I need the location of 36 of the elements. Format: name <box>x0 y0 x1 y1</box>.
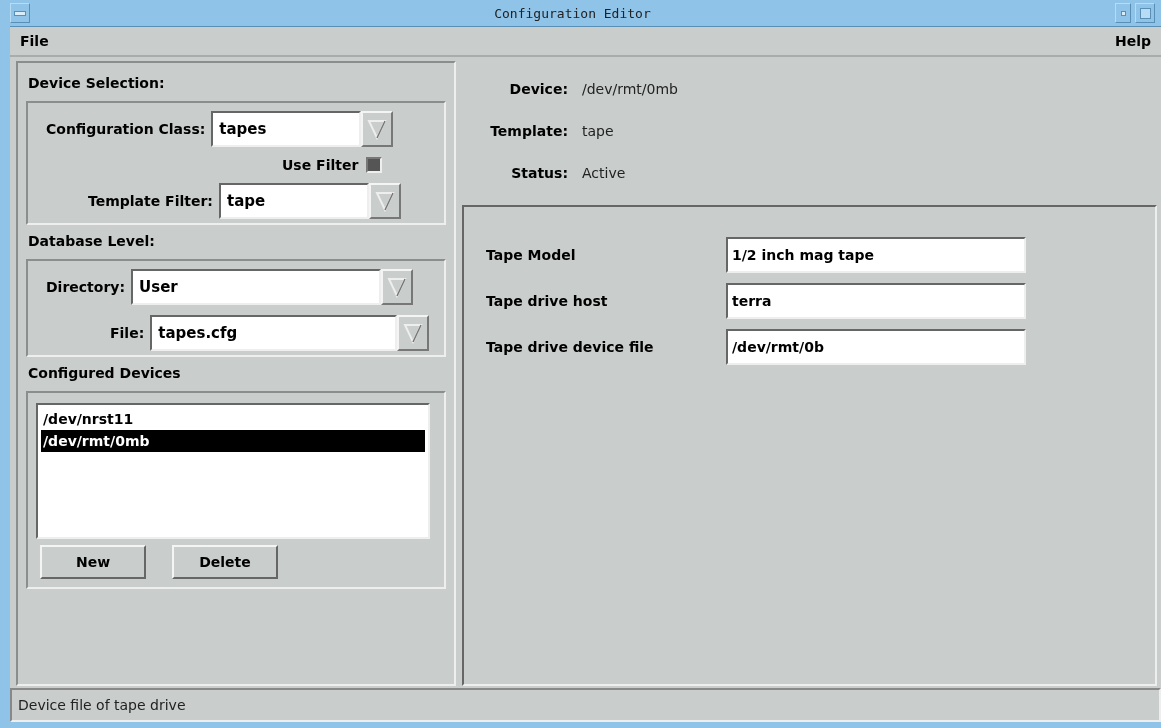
action-button[interactable]: New <box>40 545 146 579</box>
list-item[interactable]: /dev/rmt/0mb <box>41 430 425 452</box>
property-label: Tape drive host <box>486 292 609 311</box>
combo-field[interactable]: tapes <box>211 111 362 147</box>
text-field[interactable]: 1/2 inch mag tape <box>726 237 1026 273</box>
section-heading: Configured Devices <box>27 364 182 383</box>
status-bar: Device file of tape drive <box>10 688 1161 722</box>
field-label: File: <box>110 325 145 341</box>
checkbox-label: Use Filter <box>282 157 359 173</box>
section-heading: Database Level: <box>27 232 156 251</box>
text-field[interactable]: terra <box>726 283 1026 319</box>
detail-label: Status: <box>510 165 568 181</box>
field-label: Directory: <box>46 279 126 295</box>
detail-value: Active <box>582 165 627 181</box>
combo-field[interactable]: tape <box>218 183 369 219</box>
property-label: Tape Model <box>486 246 577 265</box>
minimize-icon[interactable] <box>1115 3 1131 23</box>
detail-label: Template: <box>489 123 568 139</box>
property-label: Tape drive device file <box>486 338 655 357</box>
detail-value: /dev/rmt/0mb <box>582 81 678 97</box>
combo-field[interactable]: User <box>131 269 382 305</box>
list-item[interactable]: /dev/nrst11 <box>41 408 425 430</box>
checkbox[interactable] <box>366 157 383 173</box>
action-button[interactable]: Delete <box>172 545 278 579</box>
field-label: Template Filter: <box>88 193 213 209</box>
text-field[interactable]: /dev/rmt/0b <box>726 329 1026 365</box>
detail-label: Device: <box>508 81 568 97</box>
menu-item[interactable]: Help <box>1110 33 1155 49</box>
window-menu-icon[interactable] <box>10 3 30 23</box>
window-title: Configuration Editor <box>493 5 652 21</box>
section-heading: Device Selection: <box>27 74 166 93</box>
menu-item[interactable]: File <box>16 33 53 49</box>
combo-field[interactable]: tapes.cfg <box>150 315 398 351</box>
detail-value: tape <box>582 123 615 139</box>
maximize-icon[interactable] <box>1135 3 1155 23</box>
field-label: Configuration Class: <box>46 121 206 137</box>
